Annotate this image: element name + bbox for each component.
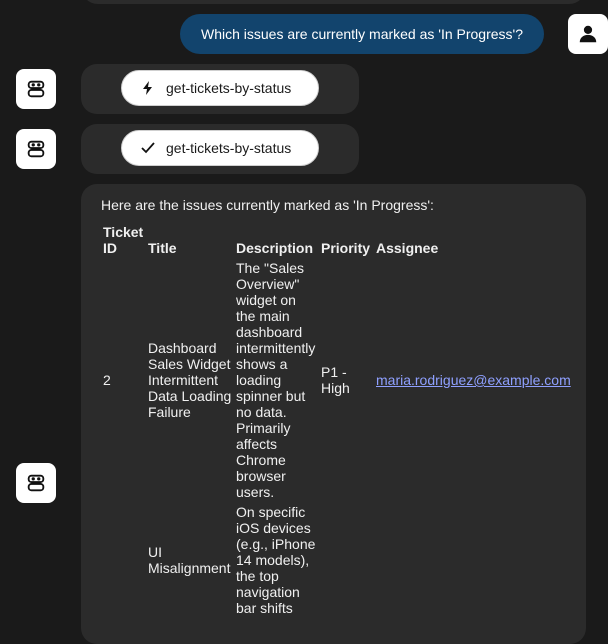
cell-priority: P1 - High: [321, 364, 350, 396]
cell-description: On specific iOS devices (e.g., iPhone 14…: [236, 504, 316, 616]
robot-icon: [27, 474, 45, 492]
cell-ticket-id: [101, 502, 146, 618]
table-row: UI Misalignment On specific iOS devices …: [101, 502, 578, 618]
cell-assignee: [374, 502, 578, 618]
header-assignee: Assignee: [376, 240, 439, 256]
cell-description: The "Sales Overview" widget on the main …: [236, 260, 316, 500]
header-priority: Priority: [321, 240, 371, 256]
user-message: Which issues are currently marked as 'In…: [180, 14, 544, 54]
cell-priority: [319, 502, 374, 618]
robot-icon: [27, 80, 45, 98]
assistant-avatar: [16, 129, 56, 169]
header-title: Title: [148, 240, 177, 256]
tool-call-pill[interactable]: get-tickets-by-status: [121, 70, 319, 106]
tool-result-bubble: get-tickets-by-status: [81, 124, 359, 174]
header-description: Description: [236, 240, 314, 256]
cell-title: UI Misalignment: [148, 544, 231, 576]
lightning-icon: [140, 80, 156, 96]
check-icon: [140, 140, 156, 156]
assistant-answer-bubble: Here are the issues currently marked as …: [81, 184, 586, 644]
answer-intro: Here are the issues currently marked as …: [101, 197, 434, 213]
cell-ticket-id: 2: [103, 372, 111, 388]
user-icon: [579, 25, 597, 43]
tool-result-pill[interactable]: get-tickets-by-status: [121, 130, 319, 166]
table-header-row: Ticket ID Title Description Priority Ass…: [101, 222, 578, 258]
tool-result-label: get-tickets-by-status: [166, 140, 292, 156]
tool-call-bubble: get-tickets-by-status: [81, 64, 359, 114]
tool-call-label: get-tickets-by-status: [166, 80, 292, 96]
header-ticket-id: Ticket ID: [103, 224, 144, 256]
table-row: 2 Dashboard Sales Widget Intermittent Da…: [101, 258, 578, 502]
cell-title: Dashboard Sales Widget Intermittent Data…: [148, 340, 232, 420]
user-avatar: [568, 14, 608, 54]
assistant-avatar: [16, 463, 56, 503]
robot-icon: [27, 140, 45, 158]
previous-message-bubble: [81, 0, 586, 4]
cell-assignee: maria.rodriguez@example.com: [374, 258, 578, 502]
assistant-avatar: [16, 69, 56, 109]
tickets-table: Ticket ID Title Description Priority Ass…: [101, 222, 578, 618]
assignee-email-link[interactable]: maria.rodriguez@example.com: [376, 372, 571, 388]
